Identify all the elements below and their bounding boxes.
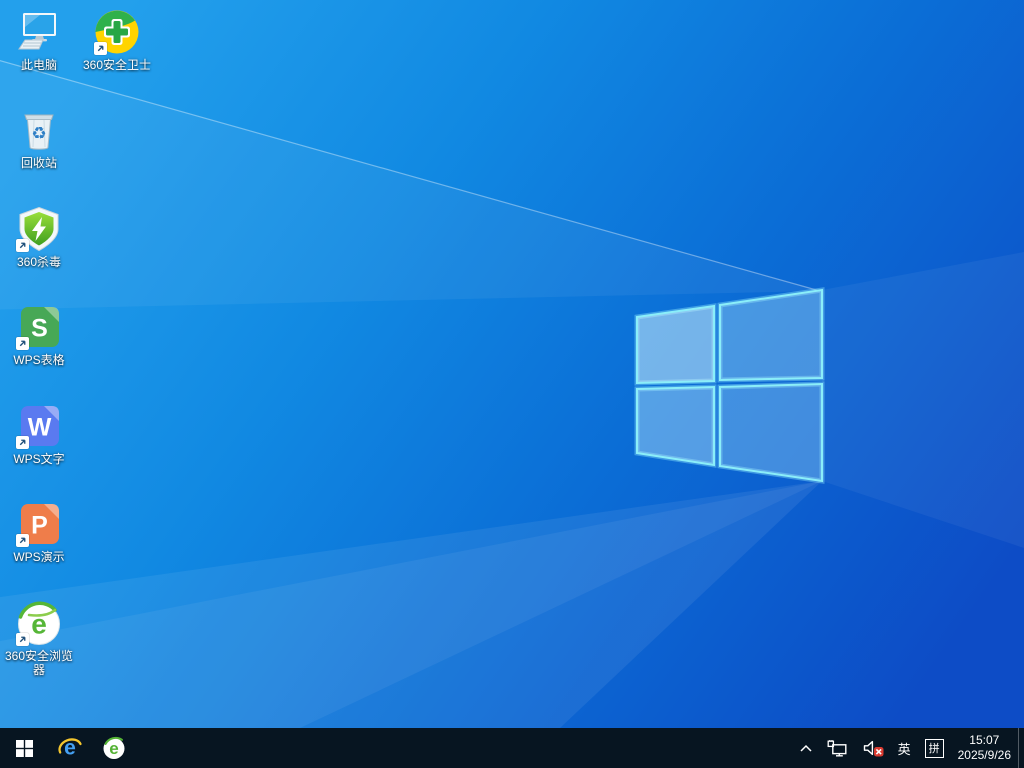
svg-text:e: e — [109, 739, 118, 758]
system-tray: 英 拼 15:07 2025/9/26 — [792, 728, 1024, 768]
shortcut-arrow-icon — [94, 42, 107, 55]
taskbar-clock[interactable]: 15:07 2025/9/26 — [951, 728, 1018, 768]
ime-language-indicator[interactable]: 英 — [891, 728, 918, 768]
wps-letter: P — [31, 512, 48, 540]
icon-label: WPS演示 — [13, 550, 65, 564]
desktop-icon-360-antivirus[interactable]: 360杀毒 — [1, 205, 77, 269]
desktop-icon-this-pc[interactable]: 此电脑 — [1, 8, 77, 72]
icon-label: WPS文字 — [13, 452, 65, 466]
recycle-bin-icon: ♻ — [24, 114, 54, 150]
desktop: 此电脑 360安全卫士 ♻ 回收站 360杀毒 S WPS表格 W WPS文字 … — [0, 0, 1024, 768]
360-secure-browser-icon: e — [103, 736, 125, 759]
icon-label: 360安全浏览器 — [4, 649, 74, 677]
tray-chevron-up-icon[interactable] — [792, 728, 820, 768]
wps-letter: S — [31, 315, 48, 343]
desktop-icon-recycle-bin[interactable]: ♻ 回收站 — [1, 106, 77, 170]
shortcut-arrow-icon — [16, 633, 29, 646]
shortcut-arrow-icon — [16, 534, 29, 547]
taskbar: e e 英 拼 15:07 2025/9/26 — [0, 728, 1024, 768]
internet-explorer-icon: e — [58, 737, 82, 760]
desktop-icon-wps-spreadsheet[interactable]: S WPS表格 — [1, 303, 77, 367]
desktop-icon-360-safe-guard[interactable]: 360安全卫士 — [79, 8, 155, 72]
ime-pinyin-indicator[interactable]: 拼 — [918, 728, 951, 768]
desktop-icon-wps-presentation[interactable]: P WPS演示 — [1, 500, 77, 564]
recycle-glyph: ♻ — [31, 124, 46, 143]
icon-label: 360安全卫士 — [82, 58, 152, 72]
taskbar-360-secure-browser[interactable]: e — [92, 728, 136, 768]
clock-time: 15:07 — [969, 733, 1000, 747]
icon-label: 360杀毒 — [16, 255, 62, 269]
shortcut-arrow-icon — [16, 337, 29, 350]
windows-start-icon — [15, 739, 33, 757]
volume-muted-icon[interactable] — [855, 728, 891, 768]
taskbar-internet-explorer[interactable]: e — [48, 728, 92, 768]
pinyin-box: 拼 — [924, 738, 944, 758]
icon-label: 此电脑 — [20, 58, 57, 72]
desktop-icon-wps-writer[interactable]: W WPS文字 — [1, 402, 77, 466]
shortcut-arrow-icon — [16, 436, 29, 449]
icon-label: WPS表格 — [13, 353, 65, 367]
shortcut-arrow-icon — [16, 239, 29, 252]
clock-date: 2025/9/26 — [957, 748, 1011, 762]
network-icon[interactable] — [820, 728, 855, 768]
wallpaper — [0, 0, 1024, 728]
icon-label: 回收站 — [20, 156, 57, 170]
start-button[interactable] — [0, 728, 48, 768]
desktop-icon-360-browser[interactable]: e 360安全浏览器 — [1, 599, 77, 677]
this-pc-icon — [18, 13, 56, 50]
wps-letter: W — [28, 414, 52, 442]
browser-glyph: e — [31, 609, 47, 640]
show-desktop-button[interactable] — [1018, 728, 1024, 768]
